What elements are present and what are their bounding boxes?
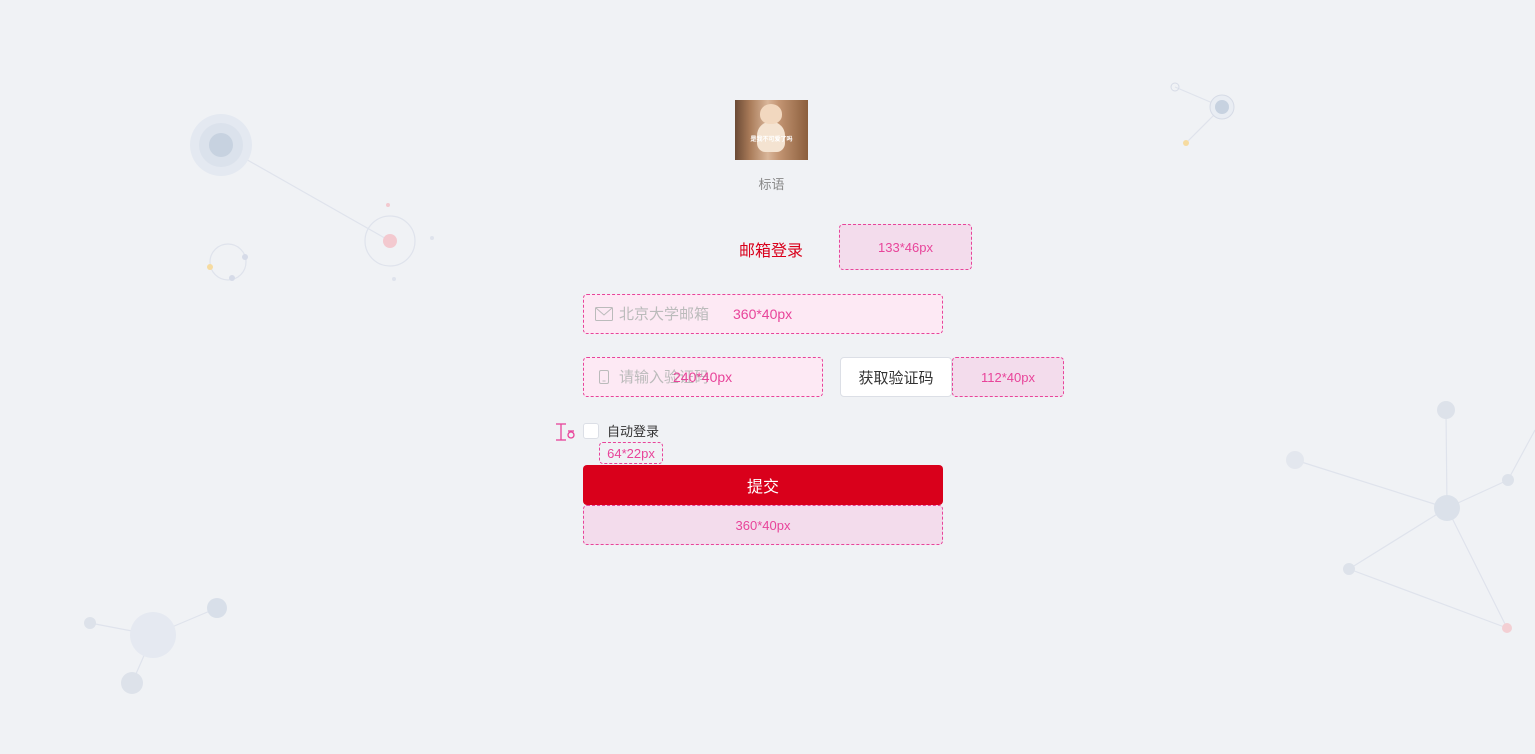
cat-head — [760, 104, 782, 124]
code-field[interactable]: 240*40px — [583, 357, 823, 397]
phone-icon — [599, 370, 609, 384]
email-field[interactable]: 360*40px — [583, 294, 943, 334]
tab-email-login[interactable]: 邮箱登录 — [739, 237, 803, 261]
get-code-button-size-annotation: 112*40px — [952, 357, 1064, 397]
auto-login-size-annotation: 64*22px — [599, 442, 663, 464]
email-size-annotation: 360*40px — [733, 306, 793, 322]
code-size-annotation: 240*40px — [673, 369, 733, 385]
submit-button[interactable]: 提交 — [583, 465, 943, 505]
auto-login[interactable]: 自动登录 — [583, 421, 659, 440]
text-tool-icon — [555, 423, 577, 445]
slogan: 标语 — [758, 178, 785, 193]
tab-size-annotation: 133*46px — [839, 224, 972, 270]
logo-caption: 是我不可爱了吗 — [750, 136, 793, 143]
auto-login-checkbox[interactable] — [583, 422, 599, 439]
auto-login-label[interactable]: 自动登录 — [607, 421, 659, 440]
get-code-button[interactable]: 获取验证码 — [840, 357, 952, 397]
submit-size-annotation: 360*40px — [583, 505, 943, 545]
email-input[interactable] — [619, 305, 729, 323]
logo-image: 是我不可爱了吗 — [735, 100, 808, 160]
mail-icon — [595, 307, 613, 321]
